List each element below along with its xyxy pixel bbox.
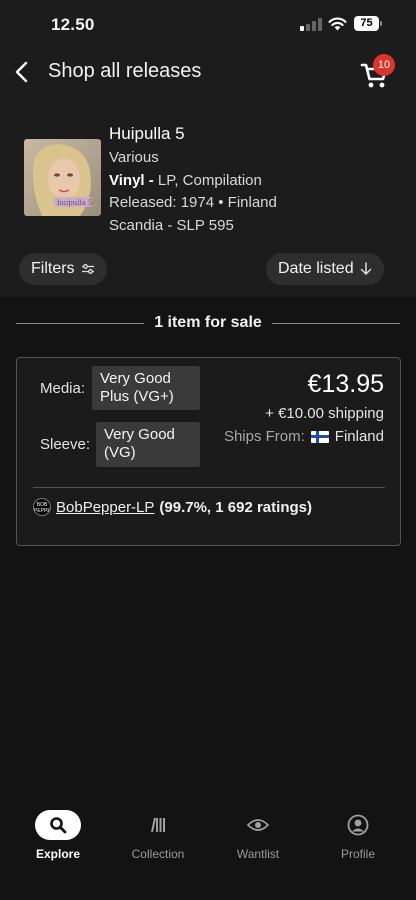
profile-icon	[347, 814, 369, 836]
arrow-down-icon	[360, 262, 371, 275]
sort-label: Date listed	[278, 260, 354, 277]
ships-from: Ships From: Finland	[224, 428, 384, 445]
cart-count-badge: 10	[373, 54, 395, 76]
tab-wantlist-label: Wantlist	[236, 847, 280, 861]
finland-flag-icon	[310, 430, 329, 443]
status-time: 12.50	[51, 15, 95, 34]
search-icon	[50, 817, 67, 834]
eye-icon	[247, 819, 269, 831]
release-format: Vinyl - LP, Compilation	[109, 170, 277, 193]
collection-icon	[151, 817, 165, 833]
ships-from-country: Finland	[334, 428, 384, 445]
tab-wantlist[interactable]: Wantlist	[213, 810, 303, 861]
sort-button[interactable]: Date listed	[266, 253, 384, 285]
listing-price: €13.95	[307, 370, 384, 398]
wifi-icon	[328, 17, 347, 31]
ships-from-label: Ships From:	[223, 428, 305, 445]
tab-explore-label: Explore	[35, 847, 80, 861]
media-condition: Very Good Plus (VG+)	[92, 366, 200, 410]
listings-heading: 1 item for sale	[16, 313, 400, 333]
divider	[33, 487, 385, 488]
release-artist: Various	[109, 149, 159, 166]
release-date-country: Released: 1974 • Finland	[109, 194, 277, 211]
format-detail: LP, Compilation	[153, 171, 262, 189]
bottom-tab-bar: Explore Collection Wantlist Profile	[0, 800, 416, 900]
tab-profile[interactable]: Profile	[313, 810, 403, 861]
release-title: Huipulla 5	[109, 124, 185, 143]
back-arrow-icon[interactable]	[12, 58, 32, 86]
release-cover-image[interactable]: huipulla 5	[24, 139, 101, 216]
filters-button[interactable]: Filters	[19, 253, 107, 285]
release-header[interactable]: huipulla 5 Huipulla 5 Various Vinyl - LP…	[0, 120, 416, 240]
seller-avatar[interactable]: BOB PEPPER	[33, 498, 51, 516]
tab-profile-label: Profile	[340, 847, 375, 861]
release-info: Huipulla 5 Various Vinyl - LP, Compilati…	[109, 122, 277, 237]
nav-bar: Shop all releases 10	[0, 52, 416, 92]
listing-card[interactable]: Media: Very Good Plus (VG+) Sleeve: Very…	[16, 357, 401, 546]
battery-level: 75	[354, 16, 379, 31]
media-label: Media:	[40, 380, 86, 397]
signal-icon	[300, 18, 322, 31]
seller-info: BOB PEPPER BobPepper-LP (99.7%, 1 692 ra…	[33, 496, 312, 518]
status-bar: 12.50 75	[0, 0, 416, 46]
sliders-icon	[81, 264, 94, 274]
page-title: Shop all releases	[48, 60, 202, 82]
cart-button[interactable]: 10	[358, 54, 398, 92]
seller-name-link[interactable]: BobPepper-LP	[56, 499, 154, 516]
seller-rating: (99.7%, 1 692 ratings)	[159, 498, 312, 516]
listings-count: 1 item for sale	[144, 314, 272, 331]
sleeve-label: Sleeve:	[40, 436, 91, 453]
tab-explore[interactable]: Explore	[13, 810, 103, 861]
sleeve-condition: Very Good (VG)	[96, 422, 200, 467]
filters-label: Filters	[31, 260, 75, 277]
format-label: Vinyl -	[109, 171, 154, 189]
tab-collection[interactable]: Collection	[113, 810, 203, 861]
shipping-cost: + €10.00 shipping	[265, 405, 384, 422]
tab-collection-label: Collection	[131, 847, 185, 861]
release-label-catno: Scandia - SLP 595	[109, 216, 234, 234]
battery-icon: 75	[354, 16, 382, 31]
svg-text:huipulla 5: huipulla 5	[57, 199, 93, 207]
